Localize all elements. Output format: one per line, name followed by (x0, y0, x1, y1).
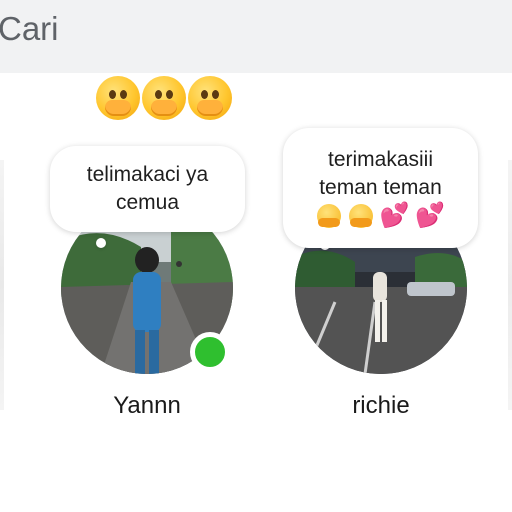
previous-story-edge[interactable] (0, 160, 4, 410)
note-bubble-tail (96, 238, 106, 248)
search-placeholder: Cari (0, 10, 59, 47)
hand-over-mouth-emoji-icon (96, 76, 140, 120)
hand-over-mouth-emoji-icon (142, 76, 186, 120)
story-username: Yannn (113, 392, 181, 419)
note-bubble[interactable]: terimakasiii teman teman 💕 💕 (283, 128, 478, 248)
hugging-face-emoji-icon (348, 204, 373, 229)
reaction-emoji-row (96, 76, 232, 120)
note-line: telimakaci ya (86, 163, 209, 186)
note-line: cemua (115, 191, 180, 214)
note-emoji-row: 💕 💕 (316, 202, 445, 230)
note-line: teman teman (319, 176, 442, 199)
note-bubble[interactable]: telimakaci ya cemua (50, 146, 245, 232)
next-story-edge[interactable] (508, 160, 512, 410)
two-hearts-emoji-icon: 💕 (415, 202, 446, 230)
note-line: terimakasiii (327, 148, 434, 171)
online-status-dot (190, 332, 230, 372)
search-bar[interactable]: Cari (0, 0, 512, 73)
hugging-face-emoji-icon (316, 204, 341, 229)
two-hearts-emoji-icon: 💕 (379, 202, 410, 230)
story-username: richie (352, 392, 410, 419)
hand-over-mouth-emoji-icon (188, 76, 232, 120)
